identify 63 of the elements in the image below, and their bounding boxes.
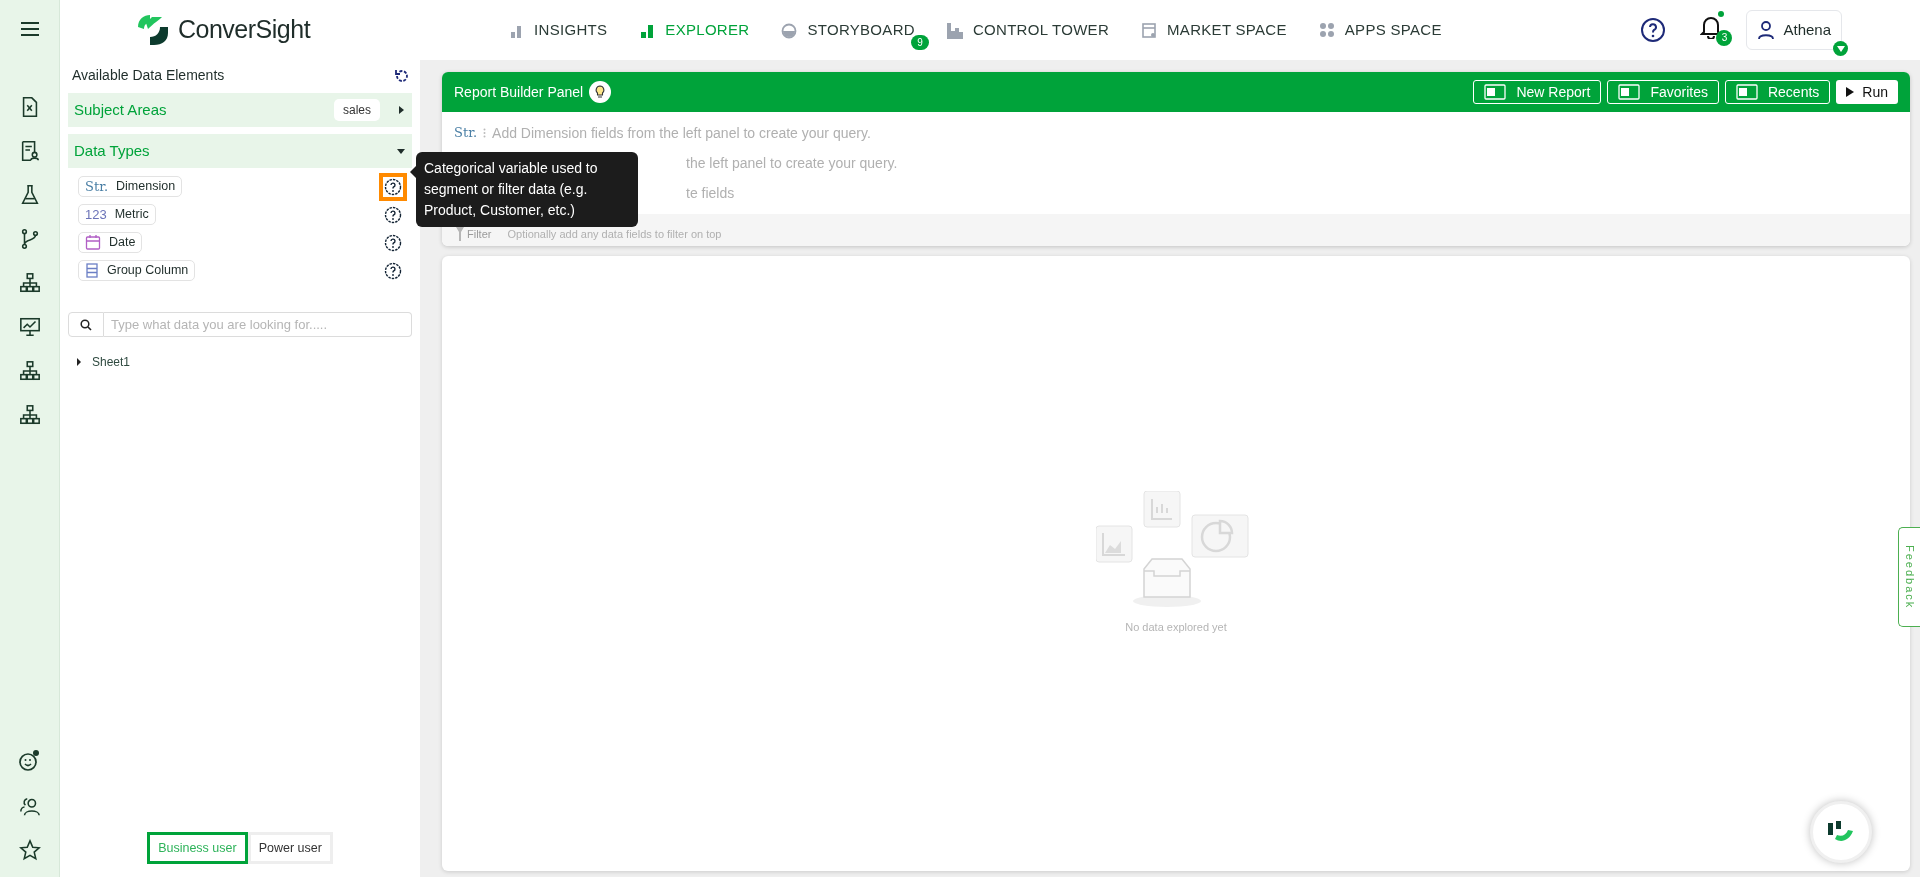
toolbar-button[interactable]: Run bbox=[1836, 80, 1898, 104]
users-icon[interactable] bbox=[18, 795, 41, 817]
calendar-icon bbox=[85, 235, 101, 250]
data-type-chip[interactable]: Date bbox=[78, 232, 143, 253]
user-icon bbox=[1757, 20, 1776, 40]
search-button[interactable] bbox=[68, 312, 104, 337]
mode-toggle[interactable]: Power user bbox=[247, 832, 333, 864]
type-icon-text: 123 bbox=[85, 205, 107, 224]
sheet-icon bbox=[1735, 84, 1758, 100]
logo-icon bbox=[136, 13, 170, 47]
search-field[interactable]: Type what data you are looking for..... bbox=[104, 312, 412, 337]
search-icon bbox=[80, 318, 92, 331]
gauge-icon bbox=[781, 21, 798, 39]
subject-area-value: sales bbox=[334, 99, 380, 121]
tree-item[interactable]: Sheet1 bbox=[76, 353, 412, 371]
help-icon bbox=[1640, 17, 1667, 43]
type-icon-text: Str. bbox=[85, 177, 109, 196]
sheet-icon bbox=[1618, 84, 1641, 100]
grid-dots-icon bbox=[1318, 21, 1335, 39]
help-icon[interactable] bbox=[384, 233, 402, 252]
hierarchy-icon[interactable] bbox=[18, 272, 41, 294]
panel-title: Report Builder Panel bbox=[454, 82, 584, 102]
help-icon[interactable] bbox=[384, 261, 402, 280]
star-icon[interactable] bbox=[18, 839, 41, 861]
help-icon[interactable] bbox=[384, 205, 402, 224]
hierarchy-icon[interactable] bbox=[18, 404, 41, 426]
panel-title: Available Data Elements bbox=[72, 66, 225, 85]
nav-tab[interactable]: APPS SPACE bbox=[1318, 18, 1442, 42]
logo-text: ConverSight bbox=[178, 14, 311, 46]
empty-state-message: No data explored yet bbox=[1125, 620, 1227, 636]
presentation-chart-icon[interactable] bbox=[18, 316, 41, 338]
nav-tab[interactable]: CONTROL TOWER bbox=[946, 18, 1110, 42]
data-type-chip[interactable]: Group Column bbox=[78, 260, 196, 281]
count-badge: 3 bbox=[1716, 29, 1733, 46]
section-header[interactable]: Subject Areas sales bbox=[68, 93, 412, 127]
filter-hint: Optionally add any data fields to filter on top bbox=[507, 226, 722, 242]
refresh-icon[interactable] bbox=[394, 67, 410, 84]
factory-icon bbox=[946, 21, 963, 39]
tooltip-pointer-icon bbox=[410, 166, 416, 178]
drop-zone-hint: Add Dimension fields from the left panel to create your query. bbox=[492, 123, 871, 143]
smiley-bubble-icon[interactable] bbox=[17, 749, 42, 773]
nav-tab[interactable]: INSIGHTS bbox=[508, 18, 608, 42]
drop-zone-hint: te fields bbox=[686, 183, 735, 203]
drag-handle-icon bbox=[483, 128, 487, 138]
type-icon-text: Str. bbox=[454, 124, 478, 143]
menu-icon bbox=[19, 21, 40, 37]
data-type-chip[interactable]: Str. Dimension bbox=[78, 176, 183, 197]
dropdown-caret-icon bbox=[1833, 41, 1848, 56]
filter-icon bbox=[456, 226, 464, 241]
drop-zone-hint: the left panel to create your query. bbox=[686, 153, 898, 173]
stacked-list-icon bbox=[85, 263, 99, 278]
data-type-chip[interactable]: 123 Metric bbox=[78, 204, 156, 225]
count-badge: 9 bbox=[911, 34, 929, 50]
storefront-icon bbox=[1141, 21, 1158, 39]
help-button[interactable] bbox=[1640, 17, 1667, 43]
sheet-icon bbox=[1484, 84, 1507, 100]
hierarchy-icon[interactable] bbox=[18, 360, 41, 382]
chat-assistant-button[interactable] bbox=[1810, 801, 1872, 863]
play-icon bbox=[1846, 87, 1855, 97]
help-icon[interactable] bbox=[384, 177, 402, 196]
lightbulb-icon[interactable] bbox=[589, 81, 612, 103]
nav-tab[interactable]: MARKET SPACE bbox=[1141, 18, 1287, 42]
tooltip: Categorical variable used to segment or filter data (e.g. Product, Customer, etc.) bbox=[416, 152, 638, 227]
